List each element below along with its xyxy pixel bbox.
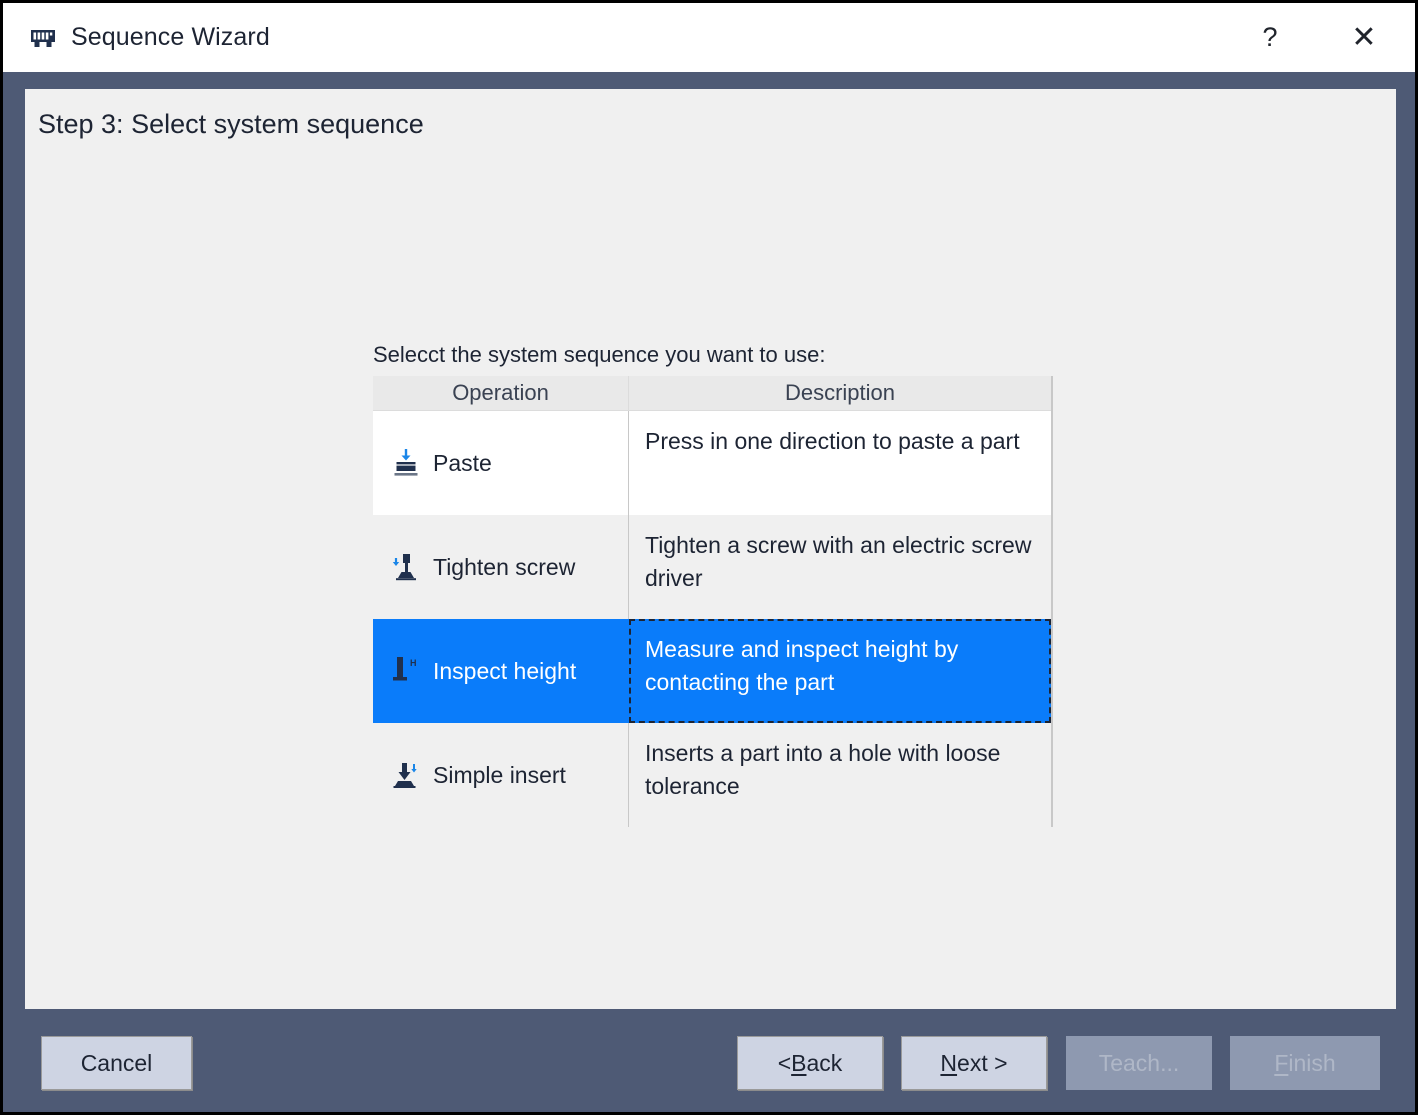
table-row-selected[interactable]: H Inspect height Measure and inspect hei… <box>373 619 1051 723</box>
operation-label: Simple insert <box>433 762 566 789</box>
height-probe-icon: H <box>391 655 421 687</box>
table-row[interactable]: Simple insert Inserts a part into a hole… <box>373 723 1051 827</box>
description-cell[interactable]: Inserts a part into a hole with loose to… <box>629 723 1051 827</box>
press-paste-icon <box>391 447 421 479</box>
next-button-accel: N <box>940 1050 957 1077</box>
wizard-content-pane: Step 3: Select system sequence Selecct t… <box>25 89 1396 1014</box>
sequence-wizard-window: Sequence Wizard ? ✕ Step 3: Select syste… <box>0 0 1418 1115</box>
memory-chip-icon <box>28 23 58 53</box>
table-header-row: Operation Description <box>373 376 1051 411</box>
svg-text:H: H <box>410 658 417 668</box>
next-button-rest: ext > <box>957 1050 1008 1077</box>
back-button[interactable]: < Back <box>737 1036 883 1090</box>
description-cell[interactable]: Measure and inspect height by contacting… <box>629 619 1051 723</box>
sequence-selection-block: Selecct the system sequence you want to … <box>373 342 1053 827</box>
page-title: Step 3: Select system sequence <box>38 109 424 140</box>
column-header-description[interactable]: Description <box>629 376 1051 410</box>
teach-button: Teach... <box>1066 1036 1212 1090</box>
description-cell[interactable]: Tighten a screw with an electric screw d… <box>629 515 1051 619</box>
insert-down-icon <box>391 759 421 791</box>
operation-cell[interactable]: Paste <box>373 411 629 515</box>
finish-button: Finish <box>1230 1036 1380 1090</box>
next-button[interactable]: Next > <box>901 1036 1047 1090</box>
cancel-button[interactable]: Cancel <box>41 1036 192 1090</box>
operation-label: Tighten screw <box>433 554 575 581</box>
help-button[interactable]: ? <box>1237 3 1303 72</box>
description-cell[interactable]: Press in one direction to paste a part <box>629 411 1051 515</box>
back-button-accel: B <box>791 1050 806 1077</box>
operation-label: Paste <box>433 450 492 477</box>
finish-button-accel: F <box>1274 1050 1288 1077</box>
operation-label: Inspect height <box>433 658 576 685</box>
screwdriver-icon <box>391 551 421 583</box>
table-caption: Selecct the system sequence you want to … <box>373 342 1053 368</box>
table-row[interactable]: Paste Press in one direction to paste a … <box>373 411 1051 515</box>
operation-cell[interactable]: Tighten screw <box>373 515 629 619</box>
window-title: Sequence Wizard <box>71 23 270 52</box>
cancel-button-label: Cancel <box>81 1050 153 1077</box>
operation-cell[interactable]: Simple insert <box>373 723 629 827</box>
teach-button-label: Teach... <box>1099 1050 1180 1077</box>
back-button-rest: ack <box>806 1050 842 1077</box>
sequence-table[interactable]: Operation Description <box>373 376 1053 827</box>
close-icon[interactable]: ✕ <box>1331 3 1397 72</box>
finish-button-rest: inish <box>1288 1050 1335 1077</box>
table-row[interactable]: Tighten screw Tighten a screw with an el… <box>373 515 1051 619</box>
back-button-prefix: < <box>778 1050 791 1077</box>
title-bar: Sequence Wizard ? ✕ <box>3 3 1415 72</box>
column-header-operation[interactable]: Operation <box>373 376 629 410</box>
operation-cell[interactable]: H Inspect height <box>373 619 629 723</box>
